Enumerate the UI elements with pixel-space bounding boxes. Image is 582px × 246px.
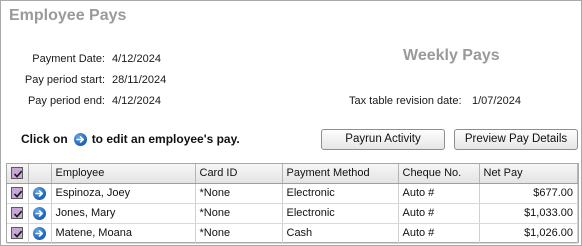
row-select-cell[interactable] [7, 183, 29, 204]
period-end-label: Pay period end: [27, 95, 105, 107]
payment-date-label: Payment Date: [32, 53, 105, 65]
window-title: Employee Pays [9, 7, 127, 24]
instruction-prefix: Click on [21, 132, 68, 146]
checkbox-checked-icon[interactable] [11, 187, 24, 200]
edit-pay-cell[interactable] [28, 183, 52, 204]
blue-arrow-icon[interactable] [33, 206, 46, 220]
payment-method-cell[interactable]: Cash [282, 223, 399, 244]
net-pay-cell: $677.00 [479, 183, 578, 204]
card-id-cell[interactable]: *None [195, 223, 283, 244]
instruction-text: Click on to edit an employee's pay. [21, 132, 240, 146]
column-header-card-id[interactable]: Card ID [195, 164, 283, 184]
tax-table-label: Tax table revision date: [349, 95, 462, 107]
edit-pay-cell[interactable] [28, 223, 52, 244]
select-all-header[interactable] [7, 164, 29, 184]
column-header-employee[interactable]: Employee [51, 164, 196, 184]
period-end-value: 4/12/2024 [112, 95, 161, 107]
column-header-payment-method[interactable]: Payment Method [282, 164, 399, 184]
employee-pays-window: Employee Pays Payment Date: 4/12/2024 Pa… [0, 0, 582, 246]
cheque-no-cell[interactable]: Auto # [398, 223, 480, 244]
employee-pay-grid: Employee Card ID Payment Method Cheque N… [6, 163, 579, 244]
payment-method-cell[interactable]: Electronic [282, 183, 399, 204]
net-pay-cell: $1,026.00 [479, 223, 578, 244]
table-row: Jones, Mary *None Electronic Auto # $1,0… [7, 203, 578, 224]
net-pay-cell: $1,033.00 [479, 203, 578, 224]
checkbox-checked-icon[interactable] [11, 167, 24, 180]
card-id-cell[interactable]: *None [195, 183, 283, 204]
column-header-net-pay[interactable]: Net Pay [479, 164, 578, 184]
edit-pay-cell[interactable] [28, 203, 52, 224]
cheque-no-cell[interactable]: Auto # [398, 183, 480, 204]
row-select-cell[interactable] [7, 203, 29, 224]
payment-date-value: 4/12/2024 [112, 53, 161, 65]
period-start-label: Pay period start: [24, 74, 105, 86]
blue-arrow-icon[interactable] [33, 226, 46, 240]
arrow-column-header [28, 164, 52, 184]
instruction-suffix: to edit an employee's pay. [91, 132, 240, 146]
grid-header-row: Employee Card ID Payment Method Cheque N… [7, 164, 578, 184]
cheque-no-cell[interactable]: Auto # [398, 203, 480, 224]
employee-name-cell: Matene, Moana [51, 223, 196, 244]
checkbox-checked-icon[interactable] [11, 227, 24, 240]
checkbox-checked-icon[interactable] [11, 207, 24, 220]
preview-pay-details-button[interactable]: Preview Pay Details [454, 129, 578, 150]
period-start-value: 28/11/2024 [112, 74, 167, 86]
payrun-activity-button[interactable]: Payrun Activity [321, 129, 445, 150]
employee-name-cell: Espinoza, Joey [51, 183, 196, 204]
employee-name-cell: Jones, Mary [51, 203, 196, 224]
blue-arrow-icon [73, 132, 87, 146]
table-row: Espinoza, Joey *None Electronic Auto # $… [7, 183, 578, 204]
row-select-cell[interactable] [7, 223, 29, 244]
column-header-cheque-no[interactable]: Cheque No. [398, 164, 480, 184]
payment-method-cell[interactable]: Electronic [282, 203, 399, 224]
pays-type-heading: Weekly Pays [403, 47, 500, 64]
card-id-cell[interactable]: *None [195, 203, 283, 224]
blue-arrow-icon[interactable] [33, 186, 46, 200]
tax-table-value: 1/07/2024 [472, 95, 521, 107]
table-row: Matene, Moana *None Cash Auto # $1,026.0… [7, 223, 578, 244]
